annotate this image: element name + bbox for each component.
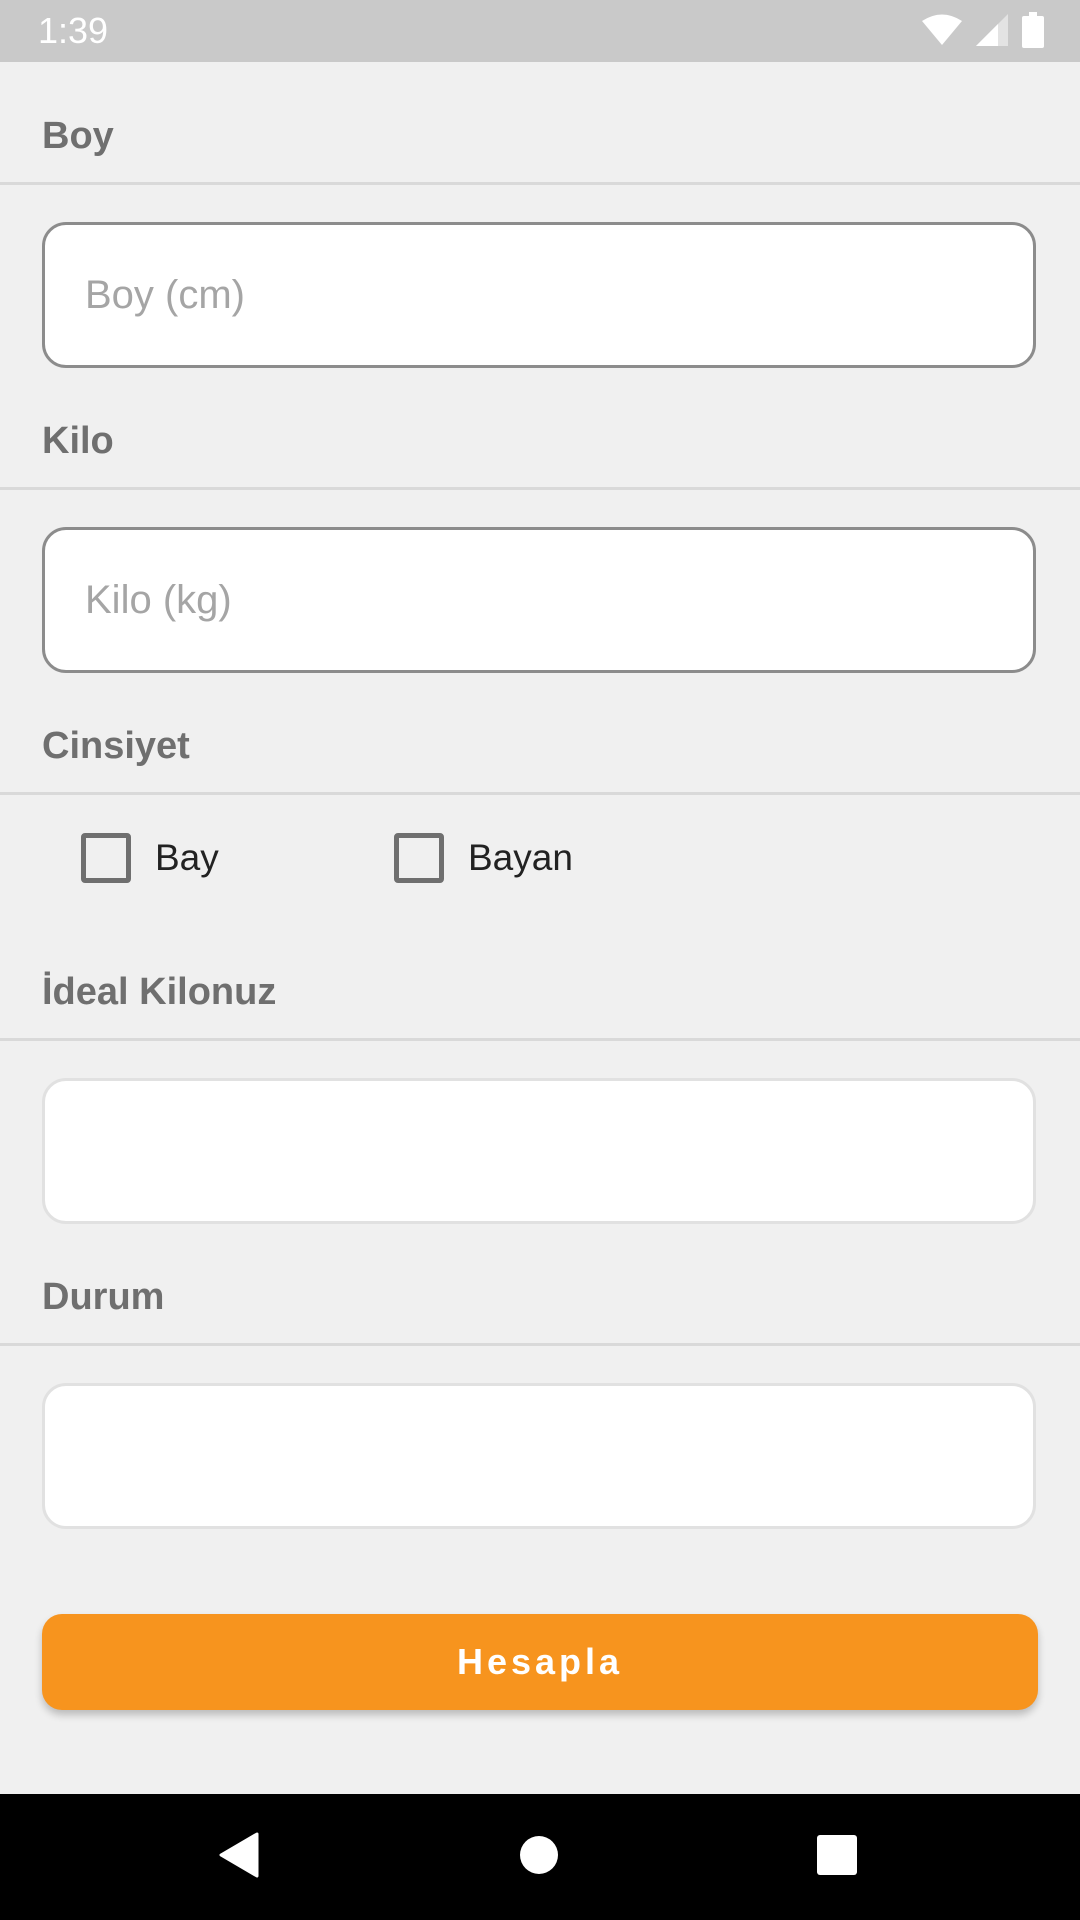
recents-icon bbox=[817, 1834, 857, 1880]
weight-section-label: Kilo bbox=[42, 420, 114, 462]
height-section-label: Boy bbox=[42, 115, 114, 157]
ideal-weight-section-label: İdeal Kilonuz bbox=[42, 971, 277, 1013]
bayan-checkbox[interactable] bbox=[394, 833, 444, 883]
gender-section-label: Cinsiyet bbox=[42, 725, 190, 767]
cell-signal-icon bbox=[976, 13, 1008, 51]
weight-input[interactable] bbox=[45, 530, 1033, 670]
status-value bbox=[45, 1386, 1033, 1526]
status-divider bbox=[0, 1343, 1080, 1346]
back-button[interactable] bbox=[159, 1794, 319, 1920]
status-time: 1:39 bbox=[38, 10, 109, 51]
ideal-weight-divider bbox=[0, 1038, 1080, 1041]
gender-option-bayan[interactable]: Bayan bbox=[394, 830, 573, 886]
calculate-button[interactable]: Hesapla bbox=[42, 1614, 1038, 1710]
weight-field[interactable] bbox=[42, 527, 1036, 673]
wifi-icon bbox=[922, 14, 962, 51]
weight-divider bbox=[0, 487, 1080, 490]
bay-checkbox-label: Bay bbox=[155, 837, 219, 878]
home-icon bbox=[519, 1835, 559, 1880]
status-bar: 1:39 bbox=[0, 0, 1080, 62]
gender-divider bbox=[0, 792, 1080, 795]
home-button[interactable] bbox=[459, 1794, 619, 1920]
height-divider bbox=[0, 182, 1080, 185]
status-icons bbox=[922, 11, 1044, 53]
height-field[interactable] bbox=[42, 222, 1036, 368]
bayan-checkbox-label: Bayan bbox=[468, 837, 573, 878]
navigation-bar bbox=[0, 1794, 1080, 1920]
back-icon bbox=[219, 1832, 259, 1883]
recents-button[interactable] bbox=[757, 1794, 917, 1920]
ideal-weight-output bbox=[42, 1078, 1036, 1224]
battery-icon bbox=[1022, 11, 1044, 53]
status-section-label: Durum bbox=[42, 1276, 165, 1318]
status-output bbox=[42, 1383, 1036, 1529]
gender-option-bay[interactable]: Bay bbox=[81, 830, 219, 886]
ideal-weight-value bbox=[45, 1081, 1033, 1221]
bay-checkbox[interactable] bbox=[81, 833, 131, 883]
height-input[interactable] bbox=[45, 225, 1033, 365]
